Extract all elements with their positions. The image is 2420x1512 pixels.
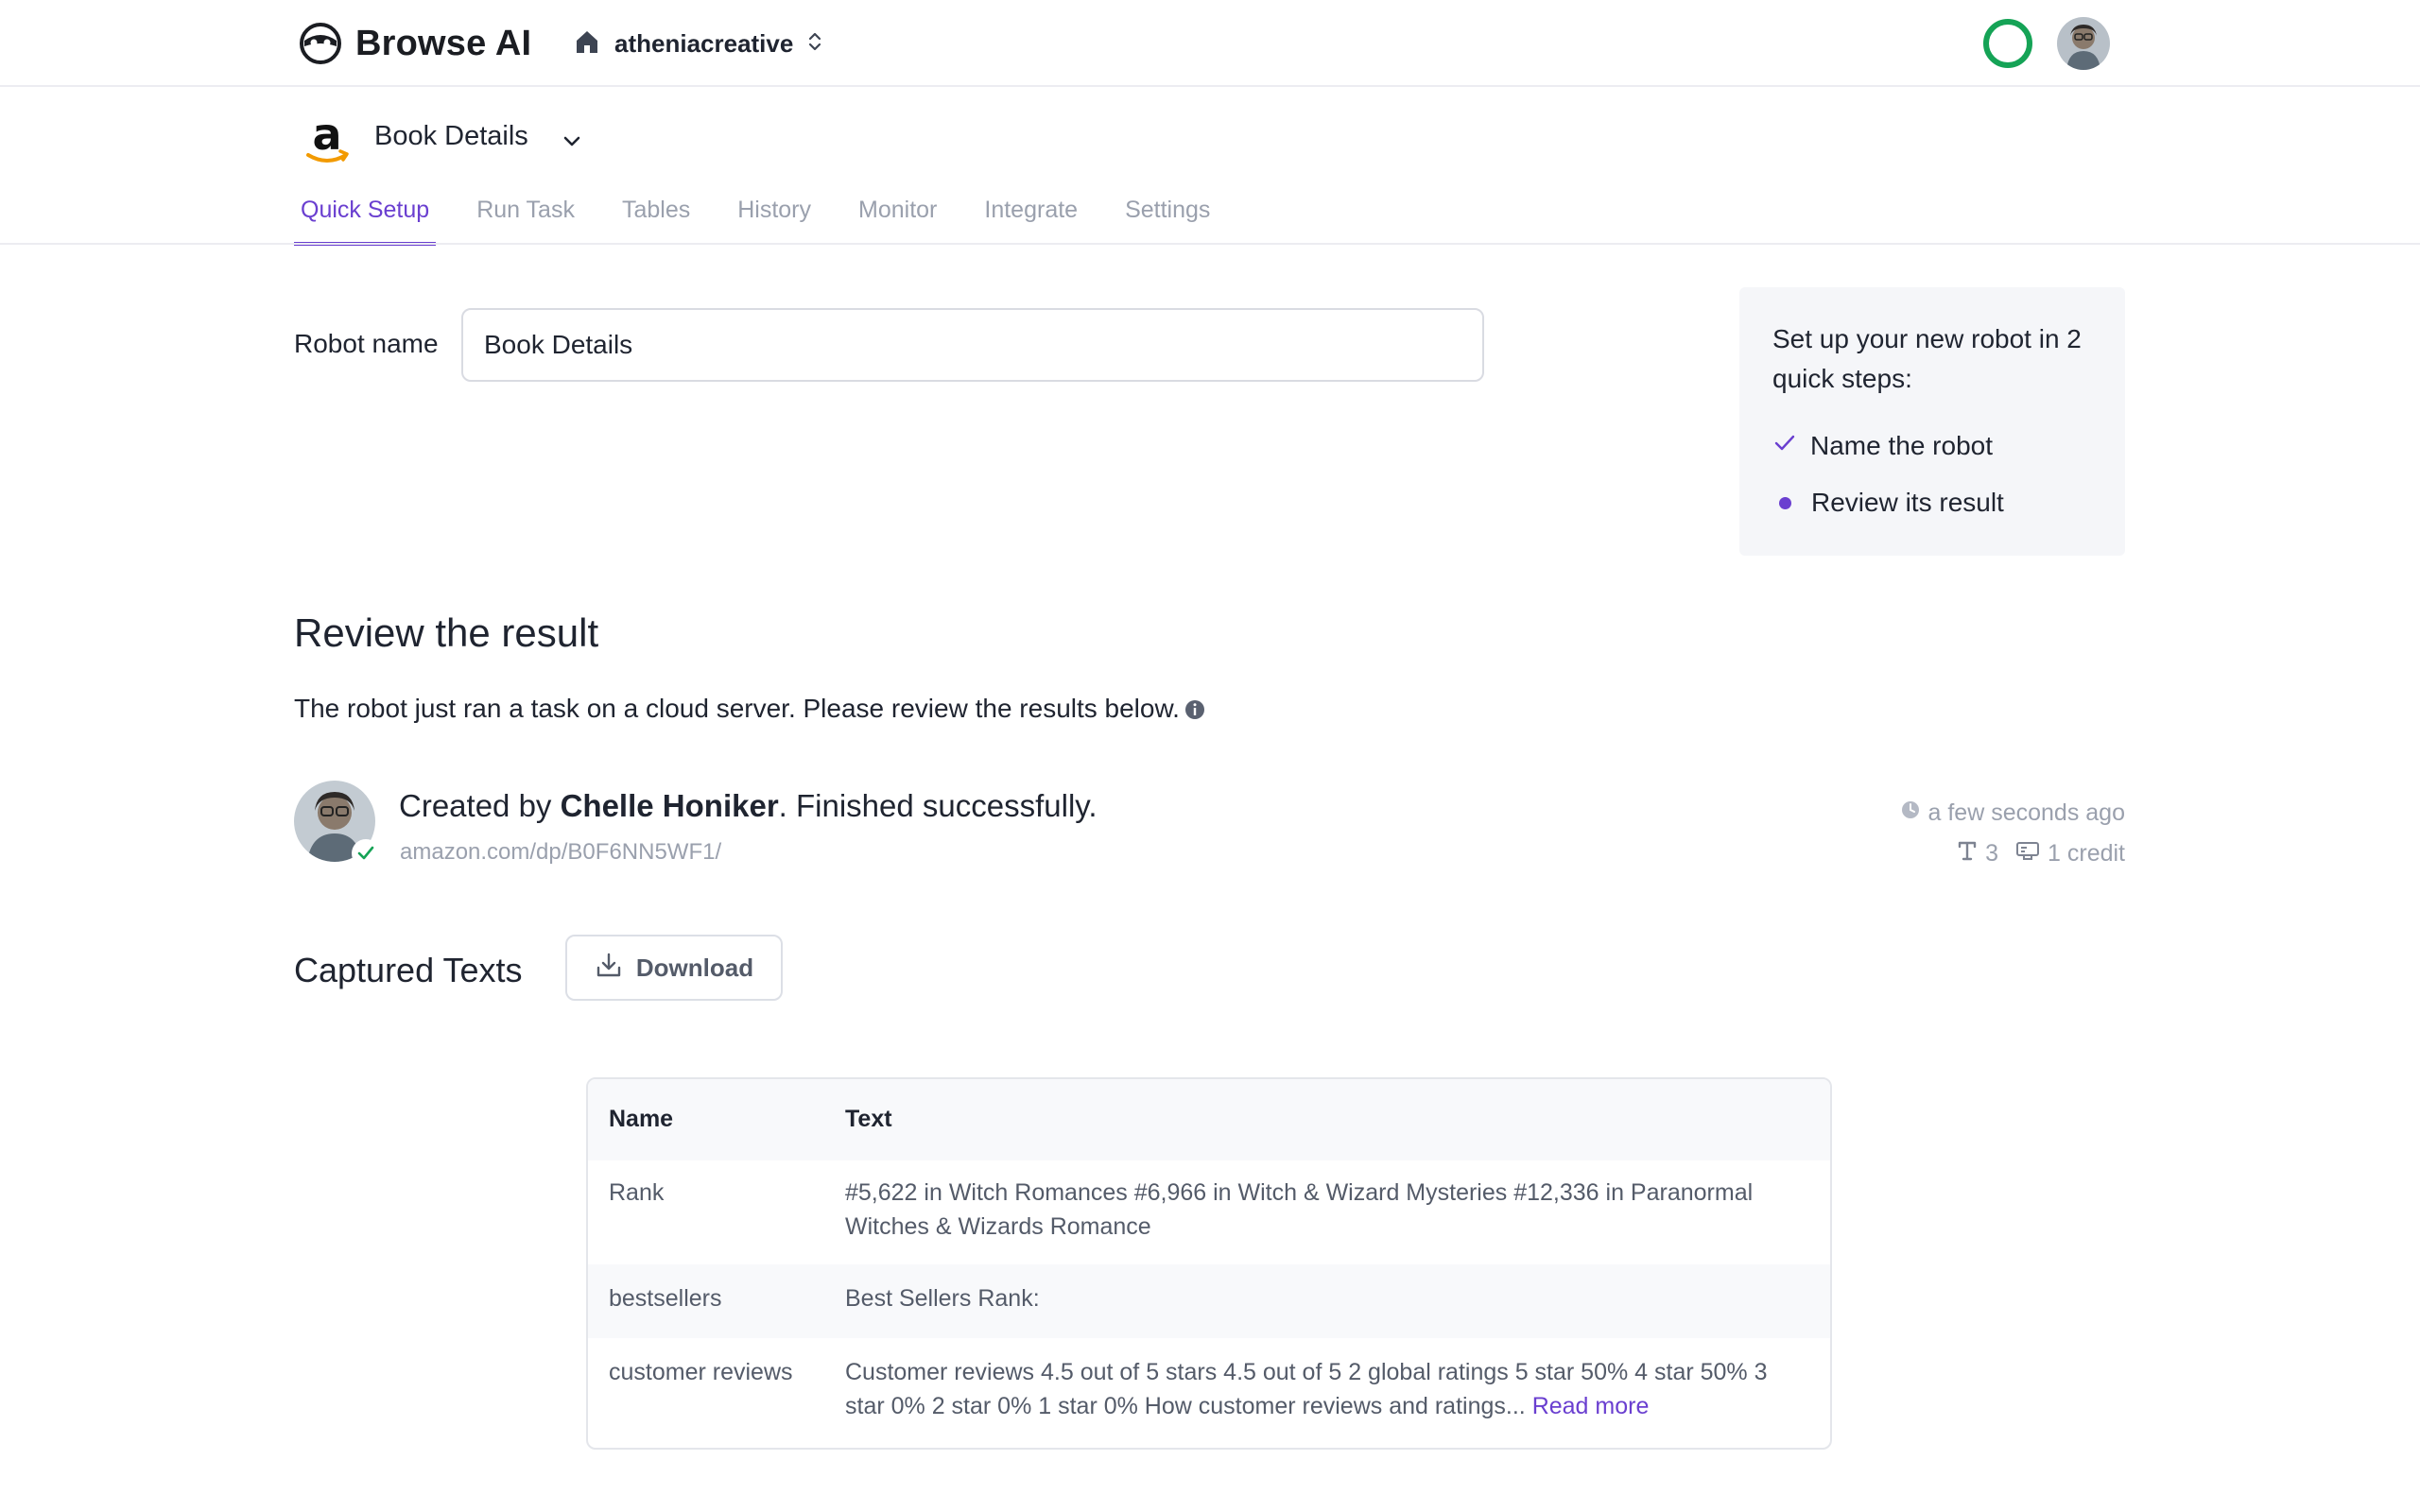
captured-texts-title: Captured Texts [294, 951, 523, 989]
success-check-icon [352, 839, 380, 868]
robot-tabs: Quick Setup Run Task Tables History Moni… [294, 189, 1217, 246]
checkmark-icon [1772, 431, 1797, 462]
clock-icon [1900, 799, 1921, 827]
info-icon[interactable] [1184, 697, 1206, 720]
download-label: Download [635, 953, 754, 982]
step-label: Name the robot [1810, 431, 1993, 460]
tab-run-task[interactable]: Run Task [470, 189, 581, 236]
workspace-name: atheniacreative [614, 28, 794, 58]
brand-name: Browse AI [355, 23, 532, 63]
text-type-icon [1957, 839, 1978, 868]
tab-monitor[interactable]: Monitor [852, 189, 943, 236]
table-row: bestsellers Best Sellers Rank: [588, 1264, 1830, 1338]
robot-name-label: Robot name [294, 329, 439, 358]
run-url-link[interactable]: amazon.com/dp/B0F6NN5WF1/ [400, 839, 721, 866]
row-text: Best Sellers Rank: [845, 1285, 1040, 1312]
step-label: Review its result [1811, 488, 2004, 517]
table-row: customer reviews Customer reviews 4.5 ou… [588, 1338, 1830, 1448]
current-step-dot-icon [1779, 496, 1791, 509]
user-avatar[interactable] [2057, 17, 2110, 70]
setup-steps-title: Set up your new robot in 2 quick steps: [1772, 324, 2082, 393]
run-author-name: Chelle Honiker [560, 788, 779, 823]
robot-name-input[interactable] [461, 308, 1484, 382]
run-time-text: a few seconds ago [1927, 799, 2125, 826]
captured-texts-count: 3 [1985, 840, 1999, 867]
chevron-down-icon[interactable] [560, 129, 584, 153]
created-by-prefix: Created by [399, 788, 561, 823]
row-name: Rank [609, 1179, 665, 1206]
amazon-logo-icon: a [301, 109, 354, 170]
review-description-text: The robot just ran a task on a cloud ser… [294, 694, 1180, 723]
tab-quick-setup[interactable]: Quick Setup [294, 189, 437, 246]
review-title: Review the result [294, 610, 599, 655]
step-name-robot: Name the robot [1772, 427, 1993, 465]
brand[interactable]: Browse AI [299, 21, 531, 66]
tabs-divider [0, 243, 2420, 245]
robot-title: Book Details [374, 121, 528, 151]
tab-tables[interactable]: Tables [615, 189, 697, 236]
table-row: Rank #5,622 in Witch Romances #6,966 in … [588, 1160, 1830, 1264]
chevron-up-down-icon [806, 30, 823, 58]
captured-texts-table: Name Text Rank #5,622 in Witch Romances … [586, 1077, 1832, 1450]
download-button[interactable]: Download [565, 935, 783, 1001]
row-name: customer reviews [609, 1359, 793, 1385]
status-indicator-icon[interactable] [1983, 19, 2032, 68]
review-description: The robot just ran a task on a cloud ser… [294, 694, 1206, 724]
run-status-line: Created by Chelle Honiker. Finished succ… [399, 788, 1098, 824]
home-icon [573, 27, 601, 60]
run-timestamp: a few seconds ago [1900, 799, 2125, 827]
column-header-text: Text [845, 1106, 892, 1132]
run-status-suffix: . Finished successfully. [778, 788, 1098, 823]
credits-icon [2015, 840, 2040, 868]
tab-integrate[interactable]: Integrate [977, 189, 1084, 236]
table-header: Name Text [588, 1079, 1830, 1160]
browse-ai-logo-icon [299, 22, 342, 65]
read-more-link[interactable]: Read more [1532, 1393, 1650, 1419]
credits-text: 1 credit [2048, 840, 2125, 867]
run-meta: 3 1 credit [1957, 839, 2125, 868]
row-name: bestsellers [609, 1285, 722, 1312]
workspace-switcher[interactable]: atheniacreative [573, 23, 823, 64]
download-icon [595, 951, 623, 986]
svg-text:a: a [312, 112, 341, 160]
row-text: Customer reviews 4.5 out of 5 stars 4.5 … [845, 1355, 1809, 1423]
tab-settings[interactable]: Settings [1118, 189, 1217, 236]
step-review-result: Review its result [1772, 484, 2004, 522]
tab-history[interactable]: History [731, 189, 818, 236]
row-text: #5,622 in Witch Romances #6,966 in Witch… [845, 1179, 1754, 1240]
column-header-name: Name [609, 1106, 674, 1132]
